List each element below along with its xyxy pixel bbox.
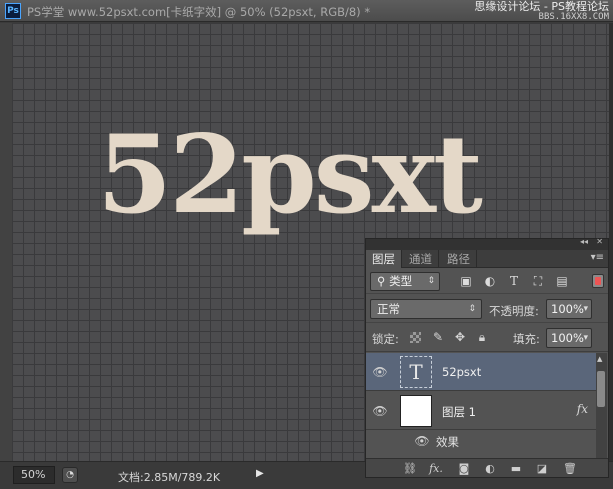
layer-name[interactable]: 52psxt: [442, 365, 481, 379]
chevron-down-icon: ▾: [583, 304, 588, 314]
fill-field[interactable]: 100% ▾: [546, 328, 592, 348]
chevron-down-icon: ▾: [583, 333, 588, 343]
watermark-line-1: 思缘设计论坛 - PS教程论坛: [474, 0, 609, 13]
new-layer-icon[interactable]: ◪: [534, 461, 550, 476]
scrollbar-thumb[interactable]: [597, 371, 605, 407]
lock-position-move-icon[interactable]: ✥: [452, 329, 468, 345]
fill-label: 填充:: [513, 332, 540, 346]
panel-header-strip: ◂◂ ✕: [366, 237, 608, 250]
adjustment-filter-icon[interactable]: ◐: [482, 273, 498, 289]
layer-effects-fx-icon[interactable]: fx: [577, 402, 588, 416]
tab-paths[interactable]: 路径: [441, 250, 477, 268]
layer-row-layer-1[interactable]: 👁︎ 图层 1 fx: [366, 392, 596, 430]
visibility-eye-icon[interactable]: 👁︎: [414, 433, 430, 449]
canvas-vertical-scrollbar[interactable]: [609, 23, 613, 461]
layer-name[interactable]: 图层 1: [442, 404, 476, 420]
layer-thumbnail: [400, 395, 432, 427]
lock-label: 锁定:: [372, 332, 399, 346]
lock-all-padlock-icon[interactable]: 🔒︎: [474, 329, 490, 345]
watermark-line-2: BBS.16XX8.COM: [538, 12, 609, 22]
new-group-folder-icon[interactable]: ▬: [508, 461, 524, 476]
panel-footer: ⛓ fx. ◙ ◐ ▬ ◪ 🗑︎: [366, 458, 608, 477]
chevron-updown-icon: ⇕: [468, 304, 476, 314]
blend-mode-select[interactable]: 正常 ⇕: [370, 299, 482, 319]
pixel-filter-icon[interactable]: ▣: [458, 273, 474, 289]
panel-menu-icon[interactable]: ▾≡: [591, 252, 604, 263]
link-layers-icon[interactable]: ⛓: [402, 461, 418, 476]
effects-row[interactable]: 👁︎ 效果: [366, 430, 596, 452]
type-filter-icon[interactable]: T: [506, 273, 522, 289]
title-bar: Ps PS学堂 www.52psxt.com[卡纸字效] @ 50% (52ps…: [0, 0, 613, 22]
photoshop-logo: Ps: [5, 3, 21, 19]
opacity-field[interactable]: 100% ▾: [546, 299, 592, 319]
visibility-eye-icon[interactable]: 👁︎: [372, 403, 388, 419]
blend-mode-value: 正常: [377, 302, 400, 316]
new-adjustment-icon[interactable]: ◐: [482, 461, 498, 476]
scroll-up-icon[interactable]: ▲: [597, 355, 602, 363]
status-menu-arrow-icon[interactable]: ▶: [256, 468, 264, 479]
layer-row-52psxt[interactable]: 👁︎ T 52psxt: [366, 353, 596, 391]
add-mask-icon[interactable]: ◙: [456, 461, 472, 476]
canvas-text-52psxt: 52psxt: [97, 112, 483, 238]
opacity-label: 不透明度:: [489, 304, 539, 318]
watermark: 思缘设计论坛 - PS教程论坛 BBS.16XX8.COM: [474, 1, 609, 23]
layer-filter-row: ⚲ 类型 ⇕ ▣ ◐ T ⛶ ▤: [366, 270, 608, 294]
filter-kind-select[interactable]: ⚲ 类型 ⇕: [370, 272, 440, 291]
zoom-level-field[interactable]: 50%: [13, 466, 55, 484]
shape-filter-icon[interactable]: ⛶: [530, 273, 546, 289]
status-export-icon[interactable]: ◔: [62, 467, 78, 483]
add-style-fx-icon[interactable]: fx.: [428, 461, 444, 476]
layers-scrollbar[interactable]: ▲: [596, 353, 607, 458]
visibility-eye-icon[interactable]: 👁︎: [372, 364, 388, 380]
chevron-updown-icon: ⇕: [427, 276, 435, 286]
tab-layers[interactable]: 图层: [366, 250, 402, 268]
lock-transparency-icon[interactable]: [410, 332, 421, 343]
tab-channels[interactable]: 通道: [403, 250, 439, 268]
filter-kind-label: 类型: [389, 274, 413, 288]
lock-pixels-brush-icon[interactable]: ✎: [430, 329, 446, 345]
effects-label: 效果: [436, 435, 459, 449]
blend-row: 正常 ⇕ 不透明度: 100% ▾: [366, 295, 608, 323]
search-icon: ⚲: [377, 274, 390, 288]
fill-value: 100%: [551, 331, 584, 345]
text-layer-thumbnail: T: [400, 356, 432, 388]
layers-panel: ◂◂ ✕ 图层 通道 路径 ▾≡ ⚲ 类型 ⇕ ▣ ◐ T ⛶ ▤ 正常 ⇕ 不…: [365, 237, 609, 478]
delete-layer-trash-icon[interactable]: 🗑︎: [562, 461, 578, 476]
document-tab-title[interactable]: PS学堂 www.52psxt.com[卡纸字效] @ 50% (52psxt,…: [27, 4, 370, 20]
smart-object-filter-icon[interactable]: ▤: [554, 273, 570, 289]
opacity-value: 100%: [551, 302, 584, 316]
layers-list: 👁︎ T 52psxt 👁︎ 图层 1 fx 👁︎ 效果: [366, 353, 596, 458]
panel-tabs: 图层 通道 路径 ▾≡: [366, 250, 608, 268]
collapse-panel-icon[interactable]: ◂◂: [580, 237, 588, 246]
lock-row: 锁定: ✎ ✥ 🔒︎ 填充: 100% ▾: [366, 324, 608, 352]
close-panel-icon[interactable]: ✕: [596, 237, 603, 246]
document-size-info: 文档:2.85M/789.2K: [118, 471, 221, 484]
filter-toggle-icon[interactable]: [592, 274, 604, 288]
